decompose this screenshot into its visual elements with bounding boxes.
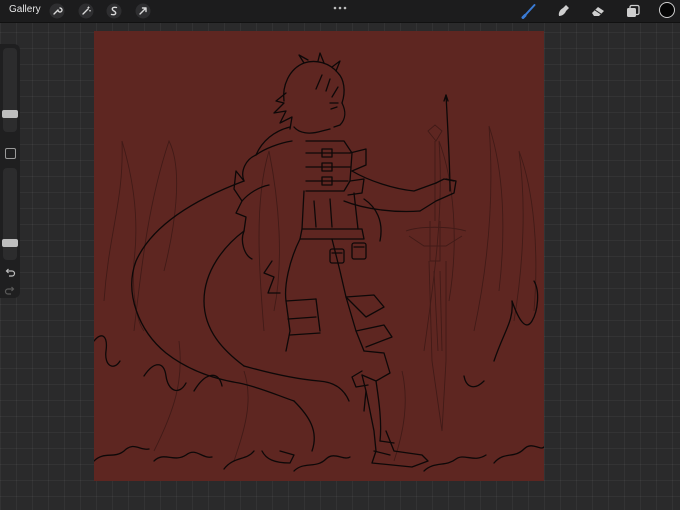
top-toolbar: Gallery (0, 0, 680, 23)
undo-icon[interactable] (4, 266, 16, 278)
gallery-button[interactable]: Gallery (9, 4, 41, 15)
opacity-slider[interactable] (2, 168, 18, 260)
brush-icon[interactable] (521, 3, 537, 19)
more-options-icon[interactable] (331, 1, 349, 11)
left-sidebar (0, 44, 20, 298)
magic-wand-icon[interactable] (78, 3, 94, 19)
smudge-icon[interactable] (555, 3, 571, 19)
opacity-slider-handle[interactable] (2, 239, 18, 247)
selection-icon[interactable] (106, 3, 122, 19)
wrench-icon[interactable] (49, 3, 65, 19)
color-picker-swatch[interactable] (659, 2, 675, 18)
redo-icon[interactable] (4, 284, 16, 296)
layers-icon[interactable] (625, 3, 641, 19)
lineart-sketch (94, 52, 544, 472)
brush-size-slider-handle[interactable] (2, 110, 18, 118)
transform-arrow-icon[interactable] (135, 3, 151, 19)
drawing-canvas[interactable] (94, 31, 544, 481)
modify-button[interactable] (5, 148, 16, 159)
brush-size-slider[interactable] (2, 48, 18, 132)
eraser-icon[interactable] (590, 3, 606, 19)
